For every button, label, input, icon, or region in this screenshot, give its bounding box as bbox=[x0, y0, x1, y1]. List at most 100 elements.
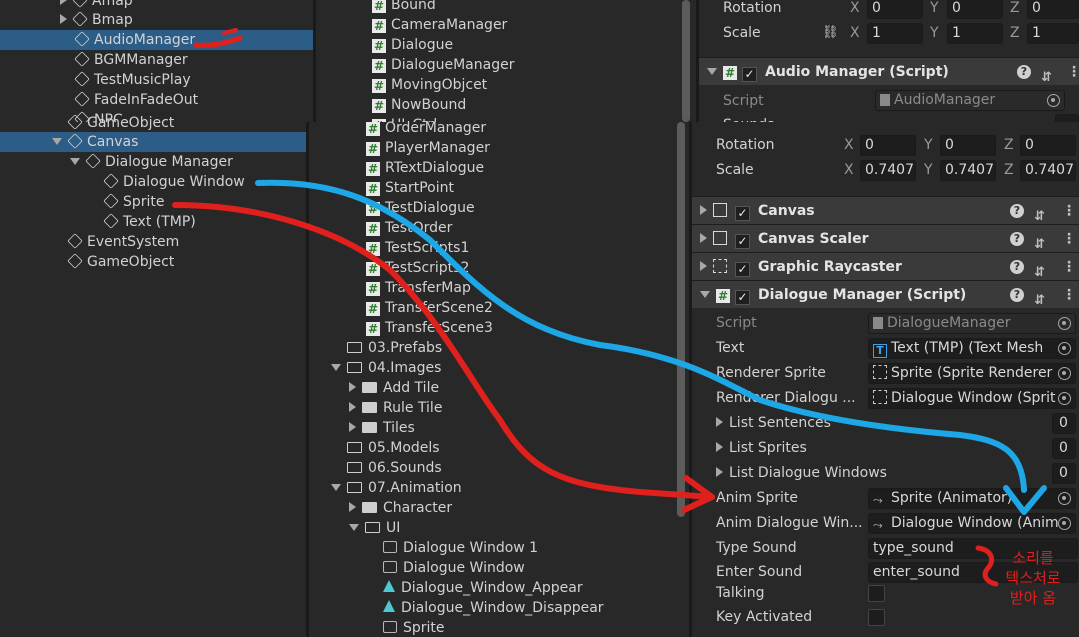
key-activated-checkbox[interactable] bbox=[868, 609, 885, 626]
list-sentences-row[interactable]: List Sentences bbox=[716, 412, 831, 434]
renderer-dialogue-field[interactable]: Dialogue Window (Sprit bbox=[868, 388, 1076, 409]
constrain-proportions-icon[interactable]: ⛓ bbox=[822, 25, 839, 40]
hierarchy-item[interactable]: TestMusicPlay bbox=[74, 70, 191, 90]
collapse-arrow-icon[interactable] bbox=[700, 291, 710, 298]
expand-arrow-icon[interactable] bbox=[716, 442, 723, 452]
script-asset[interactable]: # StartPoint bbox=[366, 178, 454, 198]
script-asset[interactable]: # NowBound bbox=[372, 95, 466, 115]
scale-y-field[interactable]: 0.7407 bbox=[940, 160, 996, 181]
object-picker-icon[interactable] bbox=[1058, 517, 1071, 530]
script-asset[interactable]: # TestScripts1 bbox=[366, 238, 469, 258]
collapse-arrow-icon[interactable] bbox=[52, 138, 62, 145]
more-options-icon[interactable]: ⋮ bbox=[1067, 58, 1079, 86]
animation-clip-asset[interactable]: Dialogue_Window_Disappear bbox=[383, 598, 604, 618]
help-icon[interactable]: ? bbox=[1010, 204, 1024, 218]
object-picker-icon[interactable] bbox=[1058, 492, 1071, 505]
preset-icon[interactable]: ⇵ bbox=[1041, 64, 1052, 92]
animator-asset[interactable]: Sprite bbox=[383, 618, 445, 637]
scale-y-field[interactable]: 1 bbox=[947, 23, 1003, 44]
expand-arrow-icon[interactable] bbox=[716, 417, 723, 427]
hierarchy-item[interactable]: Text (TMP) bbox=[103, 212, 196, 232]
script-asset[interactable]: # TestScripts2 bbox=[366, 258, 469, 278]
script-asset[interactable]: # Bound bbox=[372, 0, 436, 15]
help-icon[interactable]: ? bbox=[1010, 288, 1024, 302]
anim-window-field[interactable]: ⤳ Dialogue Window (Anim bbox=[868, 513, 1076, 534]
component-header-dialogue-manager[interactable]: # ✓ Dialogue Manager (Script) ? ⇵ ⋮ bbox=[692, 280, 1079, 308]
object-picker-icon[interactable] bbox=[1058, 367, 1071, 380]
folder-item[interactable]: UI bbox=[349, 518, 400, 538]
folder-item[interactable]: 04.Images bbox=[331, 358, 441, 378]
scrollbar[interactable] bbox=[677, 122, 685, 517]
animation-clip-asset[interactable]: Dialogue_Window_Appear bbox=[383, 578, 583, 598]
component-header-audio-manager[interactable]: # ✓ Audio Manager (Script) ? ⇵ ⋮ bbox=[699, 57, 1079, 85]
expand-arrow-icon[interactable] bbox=[349, 502, 356, 512]
hierarchy-item[interactable]: Dialogue Window bbox=[103, 172, 245, 192]
help-icon[interactable]: ? bbox=[1010, 232, 1024, 246]
animator-asset[interactable]: Dialogue Window bbox=[383, 558, 525, 578]
rotation-y-field[interactable]: 0 bbox=[947, 0, 1003, 19]
folder-item[interactable]: Character bbox=[349, 498, 452, 518]
text-field[interactable]: T Text (TMP) (Text Mesh bbox=[868, 338, 1076, 359]
expand-arrow-icon[interactable] bbox=[700, 233, 707, 243]
object-picker-icon[interactable] bbox=[1047, 94, 1060, 107]
folder-item[interactable]: 05.Models bbox=[347, 438, 440, 458]
expand-arrow-icon[interactable] bbox=[60, 14, 67, 24]
script-asset[interactable]: # Dialogue bbox=[372, 35, 453, 55]
talking-checkbox[interactable] bbox=[868, 585, 885, 602]
more-options-icon[interactable]: ⋮ bbox=[1062, 197, 1076, 225]
script-asset[interactable]: # TransferScene2 bbox=[366, 298, 493, 318]
object-picker-icon[interactable] bbox=[1058, 317, 1071, 330]
enabled-checkbox[interactable]: ✓ bbox=[742, 67, 757, 82]
enabled-checkbox[interactable]: ✓ bbox=[735, 290, 750, 305]
hierarchy-item[interactable]: Bmap bbox=[60, 10, 133, 30]
collapse-arrow-icon[interactable] bbox=[331, 484, 341, 491]
collapse-arrow-icon[interactable] bbox=[707, 68, 717, 75]
hierarchy-item[interactable]: EventSystem bbox=[67, 232, 179, 252]
renderer-sprite-field[interactable]: Sprite (Sprite Renderer bbox=[868, 363, 1076, 384]
script-asset[interactable]: # DialogueManager bbox=[372, 55, 514, 75]
component-header-canvas[interactable]: ✓ Canvas ? ⇵ ⋮ bbox=[692, 196, 1079, 224]
enabled-checkbox[interactable]: ✓ bbox=[735, 234, 750, 249]
help-icon[interactable]: ? bbox=[1017, 65, 1031, 79]
hierarchy-item[interactable]: BGMManager bbox=[74, 50, 188, 70]
list-sentences-count[interactable]: 0 bbox=[1052, 413, 1076, 434]
expand-arrow-icon[interactable] bbox=[349, 382, 356, 392]
script-asset[interactable]: # CameraManager bbox=[372, 15, 507, 35]
collapse-arrow-icon[interactable] bbox=[349, 524, 359, 531]
folder-item[interactable]: Rule Tile bbox=[349, 398, 442, 418]
scale-x-field[interactable]: 1 bbox=[867, 23, 923, 44]
more-options-icon[interactable]: ⋮ bbox=[1062, 281, 1076, 309]
collapse-arrow-icon[interactable] bbox=[331, 364, 341, 371]
more-options-icon[interactable]: ⋮ bbox=[1062, 225, 1076, 253]
preset-icon[interactable]: ⇵ bbox=[1034, 287, 1045, 315]
hierarchy-item-canvas[interactable]: Canvas bbox=[0, 132, 306, 152]
list-sprites-count[interactable]: 0 bbox=[1052, 438, 1076, 459]
script-asset[interactable]: # PlayerManager bbox=[366, 138, 490, 158]
list-sprites-row[interactable]: List Sprites bbox=[716, 437, 807, 459]
list-windows-row[interactable]: List Dialogue Windows bbox=[716, 462, 887, 484]
enabled-checkbox[interactable]: ✓ bbox=[735, 262, 750, 277]
hierarchy-item[interactable]: GameObject bbox=[67, 252, 174, 272]
enabled-checkbox[interactable]: ✓ bbox=[735, 206, 750, 221]
script-asset[interactable]: # RTextDialogue bbox=[366, 158, 484, 178]
object-picker-icon[interactable] bbox=[1058, 392, 1071, 405]
expand-arrow-icon[interactable] bbox=[716, 467, 723, 477]
expand-arrow-icon[interactable] bbox=[349, 422, 356, 432]
expand-arrow-icon[interactable] bbox=[700, 261, 707, 271]
animator-asset[interactable]: Dialogue Window 1 bbox=[383, 538, 538, 558]
anim-sprite-field[interactable]: ⤳ Sprite (Animator) bbox=[868, 488, 1076, 509]
folder-item[interactable]: 06.Sounds bbox=[347, 458, 442, 478]
hierarchy-item[interactable]: Dialogue Manager bbox=[70, 152, 233, 172]
collapse-arrow-icon[interactable] bbox=[70, 158, 80, 165]
object-picker-icon[interactable] bbox=[1058, 342, 1071, 355]
rotation-y-field[interactable]: 0 bbox=[940, 135, 996, 156]
expand-arrow-icon[interactable] bbox=[700, 205, 707, 215]
script-asset[interactable]: # MovingObjcet bbox=[372, 75, 487, 95]
rotation-z-field[interactable]: 0 bbox=[1020, 135, 1076, 156]
hierarchy-item[interactable]: GameObject bbox=[67, 113, 174, 133]
scale-z-field[interactable]: 0.7407 bbox=[1020, 160, 1076, 181]
component-header-graphic-raycaster[interactable]: ✓ Graphic Raycaster ? ⇵ ⋮ bbox=[692, 252, 1079, 280]
expand-arrow-icon[interactable] bbox=[349, 402, 356, 412]
expand-arrow-icon[interactable] bbox=[60, 0, 67, 5]
script-asset[interactable]: # TestDialogue bbox=[366, 198, 475, 218]
